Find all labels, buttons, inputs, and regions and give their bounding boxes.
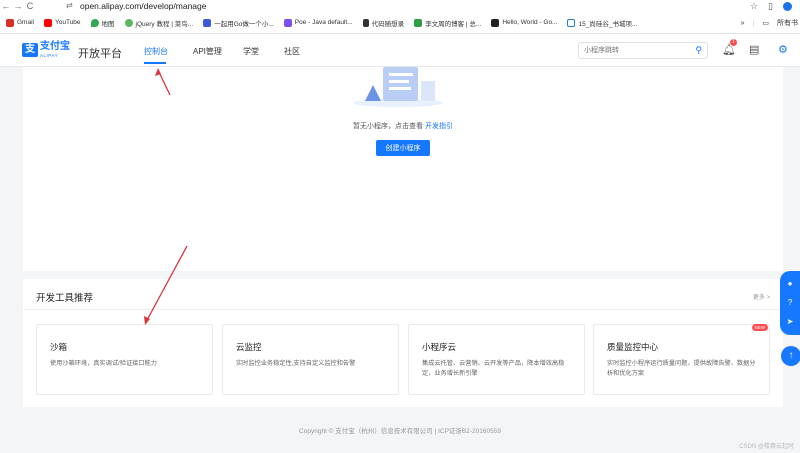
poe-icon	[283, 18, 292, 27]
user-icon	[362, 18, 369, 27]
bookmark-hello-world[interactable]: Hello, World - Go...	[491, 18, 557, 27]
folder-icon: ▭	[762, 20, 769, 27]
bookmarks-bar: Gmail YouTube 地图 jQuery 教程 | 菜鸟... 一起用Go…	[0, 12, 800, 34]
search-input[interactable]	[579, 43, 687, 58]
all-bookmarks-button[interactable]: 所有书	[777, 18, 798, 28]
bookmark-gmail[interactable]: Gmail	[6, 18, 34, 27]
profile-avatar[interactable]	[783, 1, 792, 11]
book-icon	[491, 18, 500, 27]
bookmark-blog[interactable]: 李文周的博客 | 总...	[414, 18, 481, 28]
tool-desc: 集成云托管、云营销、云开发等产品，降本增效高稳定，业务增长新引擎	[422, 360, 565, 377]
divider	[23, 309, 783, 310]
maps-icon	[90, 18, 99, 27]
bookmark-bookstore[interactable]: 15_尚硅谷_书城项...	[567, 18, 637, 28]
tools-title: 开发工具推荐	[36, 293, 94, 304]
tool-name: 小程序云	[422, 342, 457, 352]
empty-state-text: 暂无小程序，点击查看 开发指引	[353, 123, 453, 130]
create-mini-program-button[interactable]: 创建小程序	[376, 140, 430, 156]
youtube-icon	[43, 18, 52, 27]
more-bookmarks-button[interactable]: »	[741, 20, 745, 27]
help-icon[interactable]: ?	[785, 298, 795, 308]
tool-name: 质量监控中心	[607, 342, 659, 352]
tool-card-cloud-monitor[interactable]: 云监控 实时监控业务稳定性,支持自定义监控和告警	[222, 324, 399, 395]
runoob-icon	[124, 18, 133, 27]
gmail-icon	[6, 18, 14, 27]
divider: |	[752, 19, 755, 27]
forward-button[interactable]: →	[12, 0, 24, 12]
platform-title[interactable]: 开放平台	[78, 45, 122, 61]
empty-illustration	[353, 67, 443, 107]
dev-guide-link[interactable]: 开发指引	[425, 123, 453, 130]
settings-icon[interactable]: ⚙	[778, 43, 788, 56]
tool-desc: 实时监控业务稳定性,支持自定义监控和告警	[236, 360, 356, 367]
tool-name: 云监控	[236, 342, 262, 352]
bookmark-poe[interactable]: Poe - Java default...	[283, 18, 353, 27]
nav-api-management[interactable]: API管理	[193, 46, 222, 57]
star-icon[interactable]: ☆	[750, 1, 758, 12]
more-tools-link[interactable]: 更多 >	[753, 292, 770, 301]
floating-toolbar: ● ? ➤	[780, 271, 800, 335]
tool-card-mini-program-cloud[interactable]: 小程序云 集成云托管、云营销、云开发等产品，降本增效高稳定，业务增长新引擎	[408, 324, 585, 395]
bookmark-go[interactable]: 一起用Go做一个小...	[203, 18, 274, 28]
send-icon[interactable]: ➤	[785, 317, 795, 327]
bookmark-maps[interactable]: 地图	[90, 18, 115, 28]
mini-program-panel: 暂无小程序，点击查看 开发指引 创建小程序	[23, 67, 783, 271]
notification-badge: 1	[730, 39, 737, 46]
alipay-logo-icon[interactable]: 支	[22, 43, 38, 57]
back-to-top-button[interactable]: ↑	[781, 346, 800, 366]
search-icon[interactable]: ⚲	[695, 45, 702, 56]
url-field[interactable]: open.alipay.com/develop/manage	[80, 0, 206, 12]
browser-address-bar: ← → C ⇄ open.alipay.com/develop/manage ☆…	[0, 0, 800, 12]
logo-subtext: ALIPAY	[40, 53, 59, 58]
watermark: CSDN @楼蓑云起时	[739, 444, 794, 450]
logo-text[interactable]: 支付宝	[40, 42, 70, 52]
bookmark-jquery[interactable]: jQuery 教程 | 菜鸟...	[124, 18, 193, 28]
bookmarks-overflow: » | ▭ 所有书	[741, 12, 800, 34]
tool-name: 沙箱	[50, 342, 68, 352]
site-info-icon[interactable]: ⇄	[66, 2, 76, 10]
nav-console[interactable]: 控制台	[144, 46, 168, 57]
nav-academy[interactable]: 学堂	[243, 46, 259, 57]
browser-actions: ☆ ▯	[750, 0, 792, 12]
go-project-icon	[203, 18, 212, 27]
search-box: ⚲	[578, 42, 708, 59]
reload-button[interactable]: C	[24, 0, 36, 12]
document-icon[interactable]: ▤	[749, 43, 759, 56]
sidepanel-icon[interactable]: ▯	[768, 1, 773, 12]
site-header: 支 支付宝 ALIPAY 开放平台 控制台 API管理 学堂 社区 ⚲ 🔔︎ 1…	[0, 34, 800, 67]
dev-tools-panel: 开发工具推荐 更多 > 沙箱 使用沙箱环境，真实调试/验证接口能力 云监控 实时…	[23, 279, 783, 407]
nav-active-indicator	[144, 62, 166, 64]
bookmark-code-notes[interactable]: 代码随想录	[362, 18, 404, 28]
tool-desc: 使用沙箱环境，真实调试/验证接口能力	[50, 360, 157, 367]
new-badge: NEW	[751, 324, 768, 331]
tool-desc: 实时监控小程序运行质量问题，提供故障告警、数据分析和优化方案	[607, 360, 756, 377]
tool-card-sandbox[interactable]: 沙箱 使用沙箱环境，真实调试/验证接口能力	[36, 324, 213, 395]
tv-icon	[567, 18, 576, 27]
back-button[interactable]: ←	[0, 0, 12, 12]
blog-icon	[414, 18, 423, 27]
chat-icon[interactable]: ●	[785, 279, 795, 289]
tool-card-quality-monitor[interactable]: NEW 质量监控中心 实时监控小程序运行质量问题，提供故障告警、数据分析和优化方…	[593, 324, 770, 395]
footer-copyright: Copyright © 支付宝（杭州）信息技术有限公司 | ICP证浙B2-20…	[299, 428, 501, 435]
bookmark-youtube[interactable]: YouTube	[43, 18, 81, 27]
nav-community[interactable]: 社区	[284, 46, 300, 57]
